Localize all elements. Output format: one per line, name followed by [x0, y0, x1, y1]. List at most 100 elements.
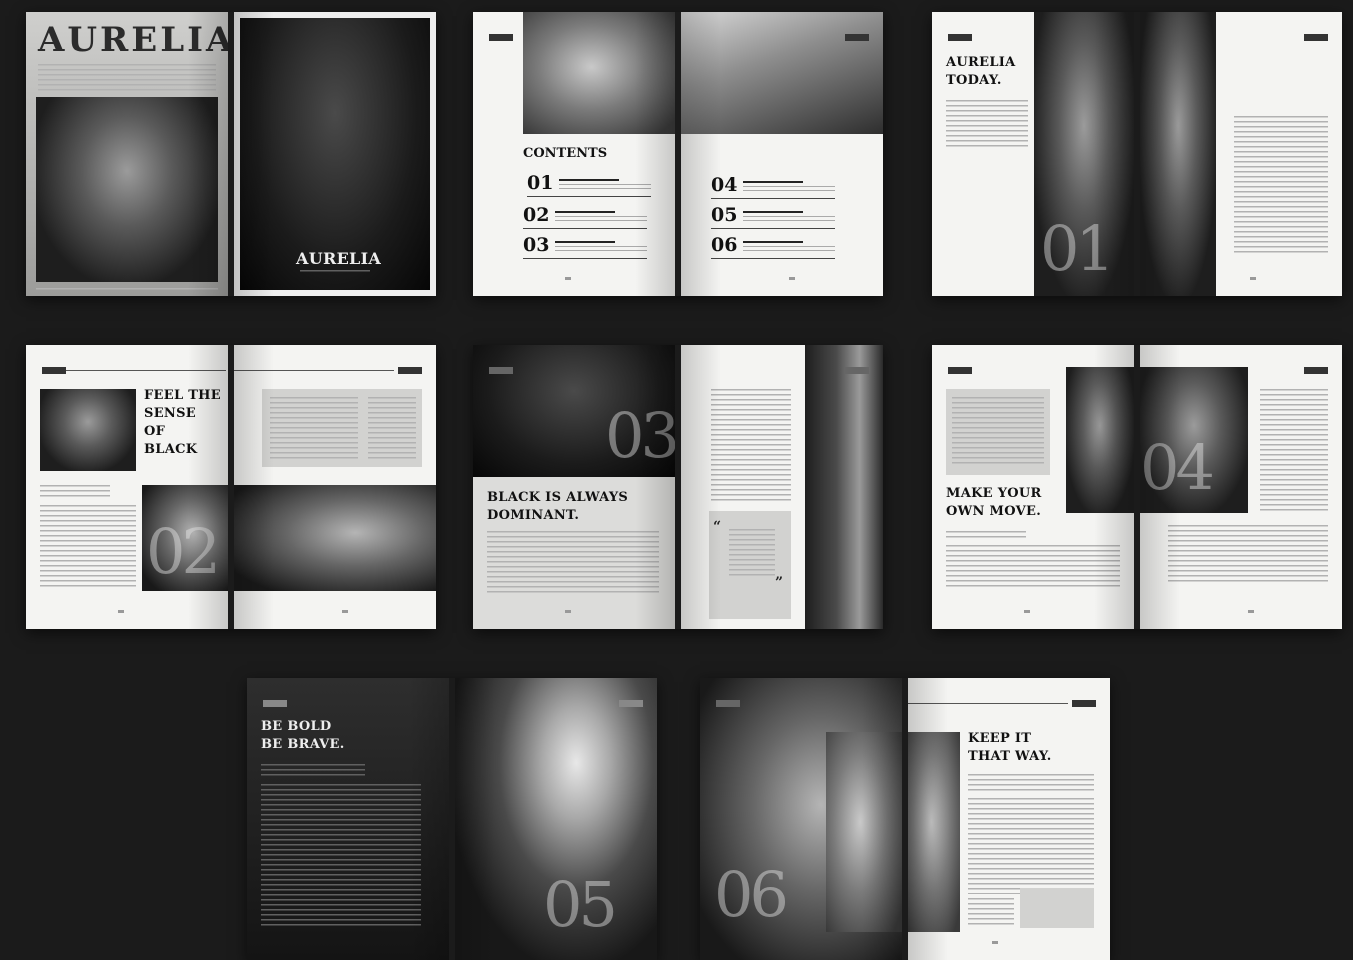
- cover-back-page: AURELIA: [234, 12, 436, 296]
- sidebar-box: [1020, 888, 1094, 928]
- article-intro-text: [261, 764, 365, 776]
- article-text: [968, 898, 1014, 928]
- headline-black-dominant: BLACK IS ALWAYS DOMINANT.: [487, 490, 629, 523]
- feature-photo-flowers: [1066, 367, 1134, 513]
- page-number: [342, 610, 348, 613]
- sidebar-text: [368, 397, 416, 459]
- article-intro-text: [946, 531, 1026, 539]
- article-text: [711, 389, 791, 501]
- spread-black-dominant: 03 BLACK IS ALWAYS DOMINANT. “ ”: [473, 345, 883, 629]
- spread-make-your-move: MAKE YOUR OWN MOVE. 04: [932, 345, 1342, 629]
- article-text: [946, 100, 1028, 148]
- bold-left-page: BE BOLD BE BRAVE.: [247, 678, 449, 960]
- sidebar-text: [952, 397, 1044, 467]
- page-tab: [398, 367, 422, 374]
- dominant-left-page: 03 BLACK IS ALWAYS DOMINANT.: [473, 345, 675, 629]
- article-text: [946, 545, 1120, 589]
- article-text: [40, 505, 136, 587]
- contents-left-page: CONTENTS 01 02 03: [473, 12, 675, 296]
- chapter-number: 05: [543, 868, 618, 941]
- article-intro-text: [40, 485, 110, 499]
- toc-item: 02: [523, 204, 647, 229]
- page-tab: [42, 367, 66, 374]
- page-tab: [489, 34, 513, 41]
- cover-title: AURELIA: [38, 20, 228, 60]
- spread-contents: CONTENTS 01 02 03 04 05 06: [473, 12, 883, 296]
- cover-front-page: AURELIA: [26, 12, 228, 296]
- article-text: [487, 531, 659, 593]
- page-tab: [489, 367, 513, 374]
- spread-be-bold: BE BOLD BE BRAVE. 05: [247, 678, 657, 960]
- headline-aurelia-today: AURELIA TODAY.: [946, 55, 1016, 88]
- header-rule: [234, 370, 394, 371]
- page-number: [992, 941, 998, 944]
- headline-keep-it: KEEP IT THAT WAY.: [968, 731, 1052, 764]
- toc-number: 05: [711, 204, 738, 226]
- sense-left-page: FEEL THE SENSE OF BLACK 02: [26, 345, 228, 629]
- article-text: [1168, 525, 1328, 585]
- spread-keep-it: 06 KEEP IT THAT WAY.: [700, 678, 1110, 960]
- toc-number: 01: [527, 172, 554, 194]
- page-tab: [1072, 700, 1096, 707]
- spread-aurelia-today: AURELIA TODAY. 01: [932, 12, 1342, 296]
- portrait-photo: [40, 389, 136, 471]
- chapter-number: 06: [714, 858, 789, 931]
- toc-entry-text: [743, 211, 835, 222]
- cover-intro-text: [38, 64, 216, 92]
- back-cover-logo: AURELIA: [296, 249, 382, 268]
- page-tab: [716, 700, 740, 707]
- page-tab: [948, 34, 972, 41]
- toc-item: 06: [711, 234, 835, 259]
- toc-entry-text: [743, 241, 835, 252]
- article-text: [968, 798, 1094, 894]
- move-right-page: 04: [1140, 345, 1342, 629]
- quote-open-mark: “: [713, 519, 722, 535]
- toc-item: 03: [523, 234, 647, 259]
- chapter-number: 01: [1040, 212, 1115, 285]
- cover-footer-text: [36, 288, 218, 291]
- contents-photo-right: [681, 12, 883, 134]
- page-number: [1248, 610, 1254, 613]
- chapter-number: 03: [605, 399, 675, 472]
- spread-feel-the-sense: FEEL THE SENSE OF BLACK 02: [26, 345, 436, 629]
- keep-right-page: KEEP IT THAT WAY.: [908, 678, 1110, 960]
- page-number: [1024, 610, 1030, 613]
- page-tab: [845, 367, 869, 374]
- page-tab: [948, 367, 972, 374]
- toc-entry-text: [743, 181, 835, 192]
- pull-quote-text: [729, 529, 775, 579]
- page-tab: [263, 700, 287, 707]
- article-text: [1234, 116, 1328, 256]
- back-cover-tagline: [300, 270, 370, 274]
- page-tab: [1304, 367, 1328, 374]
- page-tab: [1304, 34, 1328, 41]
- chapter-number: 02: [146, 515, 221, 588]
- article-text: [261, 784, 421, 928]
- today-left-page: AURELIA TODAY. 01: [932, 12, 1134, 296]
- page-number: [789, 277, 795, 280]
- spread-cover: AURELIA AURELIA: [26, 12, 436, 296]
- toc-number: 02: [523, 204, 550, 226]
- header-rule: [66, 370, 226, 371]
- page-number: [1250, 277, 1256, 280]
- page-number: [565, 277, 571, 280]
- page-tab: [845, 34, 869, 41]
- feature-photo-face-right: [234, 485, 436, 591]
- today-right-page: [1140, 12, 1342, 296]
- contents-right-page: 04 05 06: [681, 12, 883, 296]
- page-number: [118, 610, 124, 613]
- headline-be-bold: BE BOLD BE BRAVE.: [261, 719, 345, 752]
- header-rule: [908, 703, 1068, 704]
- inset-portrait-photo-right: [908, 732, 960, 932]
- toc-number: 03: [523, 234, 550, 256]
- standing-portrait-photo: [805, 345, 883, 629]
- headline-feel-the-sense: FEEL THE SENSE OF BLACK: [144, 388, 221, 457]
- article-intro-text: [968, 774, 1094, 792]
- inset-portrait-photo: [826, 732, 902, 932]
- sense-right-page: [234, 345, 436, 629]
- page-tab: [619, 700, 643, 707]
- cover-photo: [36, 97, 218, 282]
- toc-entry-text: [559, 179, 651, 190]
- toc-item: 01: [527, 172, 651, 197]
- quote-close-mark: ”: [775, 575, 784, 591]
